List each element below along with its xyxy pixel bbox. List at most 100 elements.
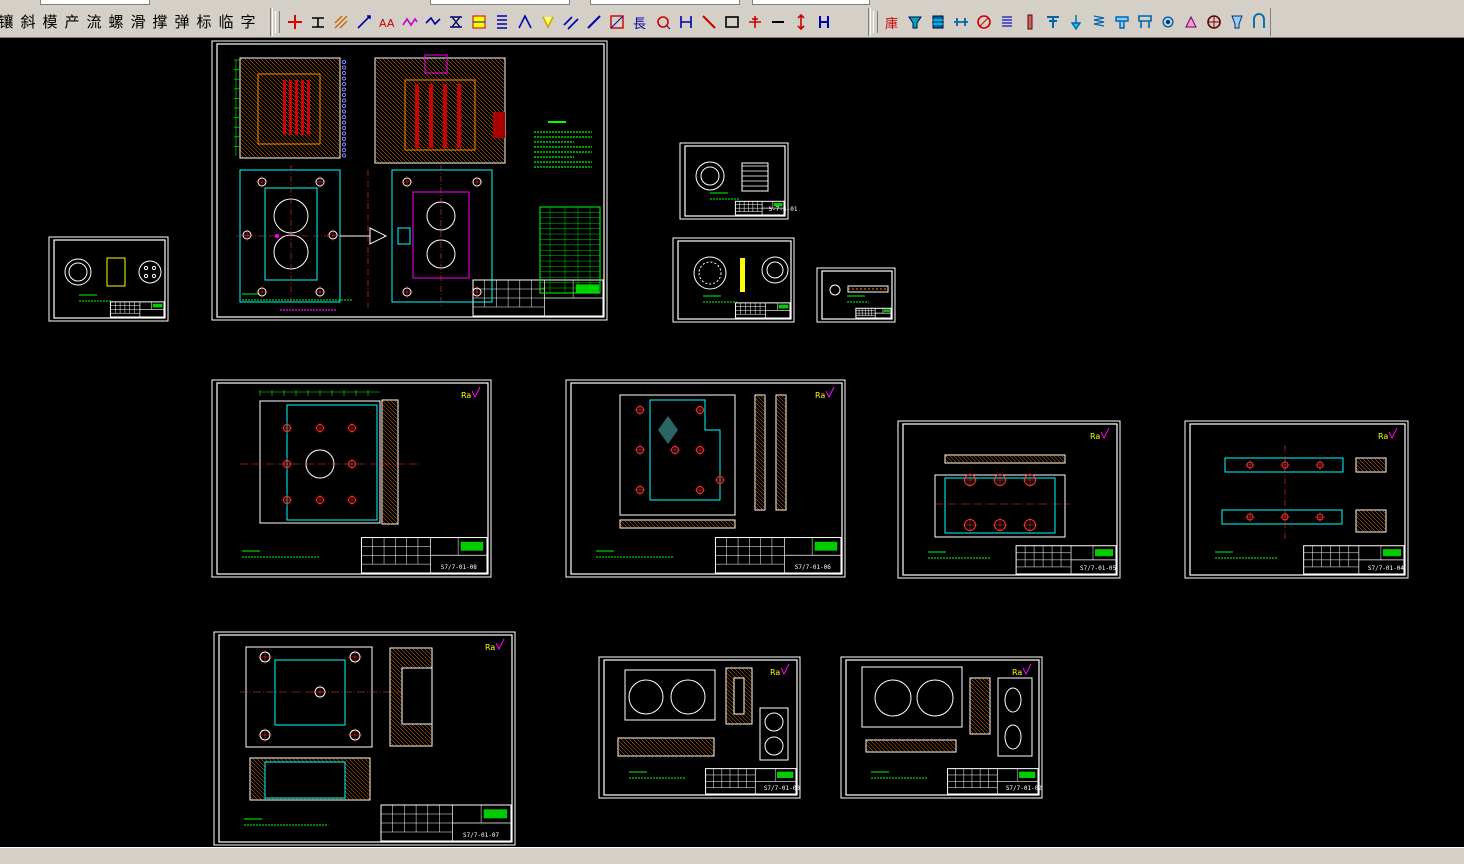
circle-mark-icon [977,15,992,29]
bracket-part-icon [1137,15,1152,28]
status-bar [0,847,1464,864]
cad-drawing-area[interactable]: S-7-S-01S7/7-01-08RaS7/7-01-06RaS7/7-01-… [0,38,1464,847]
screw-tool-button[interactable]: 螺 [105,9,127,35]
runner-tool-button[interactable]: 流 [83,9,105,35]
hatch-icon [334,15,347,29]
nut-button[interactable] [1110,9,1133,35]
hook-button[interactable] [1248,9,1271,35]
spring-icon [1093,15,1105,27]
fitting-button[interactable] [904,9,927,35]
text-aa-button[interactable]: AA [375,9,398,35]
section-view [775,394,787,511]
rect-icon [724,16,739,28]
spring-button[interactable] [1087,9,1110,35]
target-button[interactable] [1202,9,1225,35]
gear-part-icon [1162,16,1174,28]
arrow-vertical-button[interactable] [789,9,812,35]
diagonal-button[interactable] [697,9,720,35]
symbol-button[interactable] [444,9,467,35]
arrow-vertical-icon [796,13,805,31]
bracket-part-button[interactable] [1133,9,1156,35]
balloon-callout [341,147,347,153]
insert-tool-button[interactable]: 镶 [0,9,17,35]
sheet-outer-border [672,237,795,323]
combo-box[interactable] [40,0,150,5]
pin-button[interactable] [1065,9,1088,35]
view-arrow-head [369,227,388,245]
double-bar-button[interactable] [812,9,835,35]
temp-tool-button[interactable]: 临 [215,9,237,35]
gear-part-button[interactable] [1156,9,1179,35]
bolt-button[interactable] [1019,9,1042,35]
watermark-logo [658,416,678,444]
zigzag-button[interactable] [421,9,444,35]
balloon-button[interactable] [651,9,674,35]
ejector-pin [307,80,310,135]
circle-mark-button[interactable] [973,9,996,35]
centerline-button[interactable] [306,9,329,35]
text-aa-icon: AA [379,17,395,30]
balloon-icon [656,16,670,30]
line-icon [586,15,601,29]
insert-circle [764,736,784,756]
triangle-button[interactable] [513,9,536,35]
plate-pocket [286,404,378,521]
combo-box[interactable] [590,0,740,5]
triangle-icon [517,14,532,29]
block-button[interactable] [927,9,950,35]
text-tool-button[interactable]: 字 [237,9,259,35]
slide-tool-button[interactable]: 滑 [127,9,149,35]
insert-view [997,677,1033,757]
roughness-symbol: Ra [461,391,471,400]
standard-tool-button[interactable]: 标 [193,9,215,35]
toolbar-grip[interactable] [275,11,280,33]
hatch-button[interactable] [329,9,352,35]
hatch-pattern-button[interactable] [559,9,582,35]
sheet-outer-border [211,40,608,321]
rect-button[interactable] [720,9,743,35]
pipe-button[interactable] [950,9,973,35]
square-line-button[interactable] [605,9,628,35]
sheet-number: S7/7-01-04 [1368,565,1405,572]
brush-button[interactable] [1179,9,1202,35]
crosshair-button[interactable] [283,9,306,35]
toolbar-top-strip [0,0,1464,6]
list-button[interactable] [490,9,513,35]
dimension-button[interactable] [352,9,375,35]
balloon-callout [341,65,347,70]
gate-mark [275,234,279,238]
long-button[interactable]: 長 [628,9,651,35]
roughness-symbol: Ra [815,391,825,400]
cup-button[interactable] [1225,9,1248,35]
combo-box[interactable] [430,0,570,5]
wave-button[interactable] [398,9,421,35]
library-button[interactable]: 庫 [881,9,904,35]
slanted-tool-button[interactable]: 斜 [17,9,39,35]
product-side-view [106,257,126,287]
tee-button[interactable] [1042,9,1065,35]
spring-tool-button[interactable]: 弹 [171,9,193,35]
diagonal-icon [701,15,716,29]
pin-end-view [829,284,841,296]
dimension-icon [356,15,371,29]
support-tool-button[interactable]: 撑 [149,9,171,35]
sheet-outer-border [1184,420,1409,579]
section-pocket [733,677,745,715]
product-tool-button[interactable]: 产 [61,9,83,35]
balloon-callout [341,153,347,158]
cross-button[interactable] [743,9,766,35]
target-icon [1206,15,1221,29]
mold-tool-button[interactable]: 模 [39,9,61,35]
toolbar-grip[interactable] [873,11,878,33]
check-mark [1100,427,1110,440]
table-button[interactable] [467,9,490,35]
sheet-inner-border [570,382,843,575]
line-button[interactable] [582,9,605,35]
drawing-canvas[interactable]: S-7-S-01 S7/7-01-08 Ra S7/7-01-06 Ra S7/7-01-… [0,38,1464,847]
combo-box[interactable] [752,0,870,5]
stack-button[interactable] [996,9,1019,35]
minus-button[interactable] [766,9,789,35]
star-button[interactable] [536,9,559,35]
bracket-button[interactable] [674,9,697,35]
balloon-callout [341,76,347,81]
